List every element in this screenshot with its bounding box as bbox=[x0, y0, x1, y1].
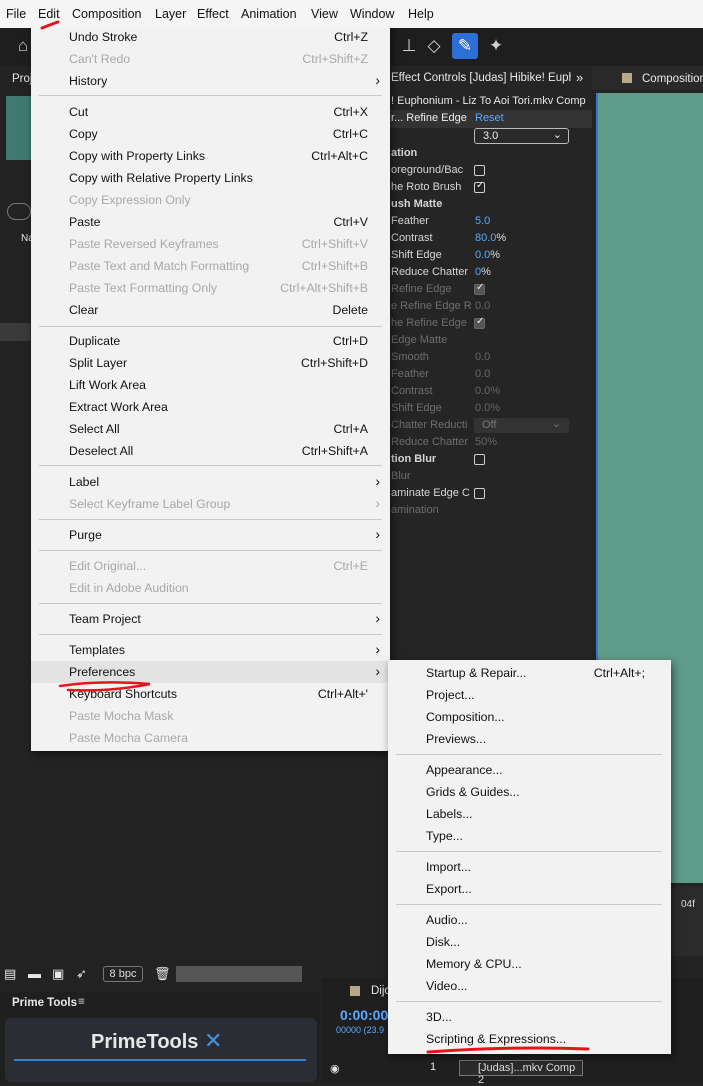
annotation-marks bbox=[40, 20, 590, 1054]
scripting-underline-mark bbox=[426, 1046, 590, 1054]
edit-underline-mark bbox=[40, 20, 60, 30]
preferences-underline-mark bbox=[58, 681, 151, 692]
